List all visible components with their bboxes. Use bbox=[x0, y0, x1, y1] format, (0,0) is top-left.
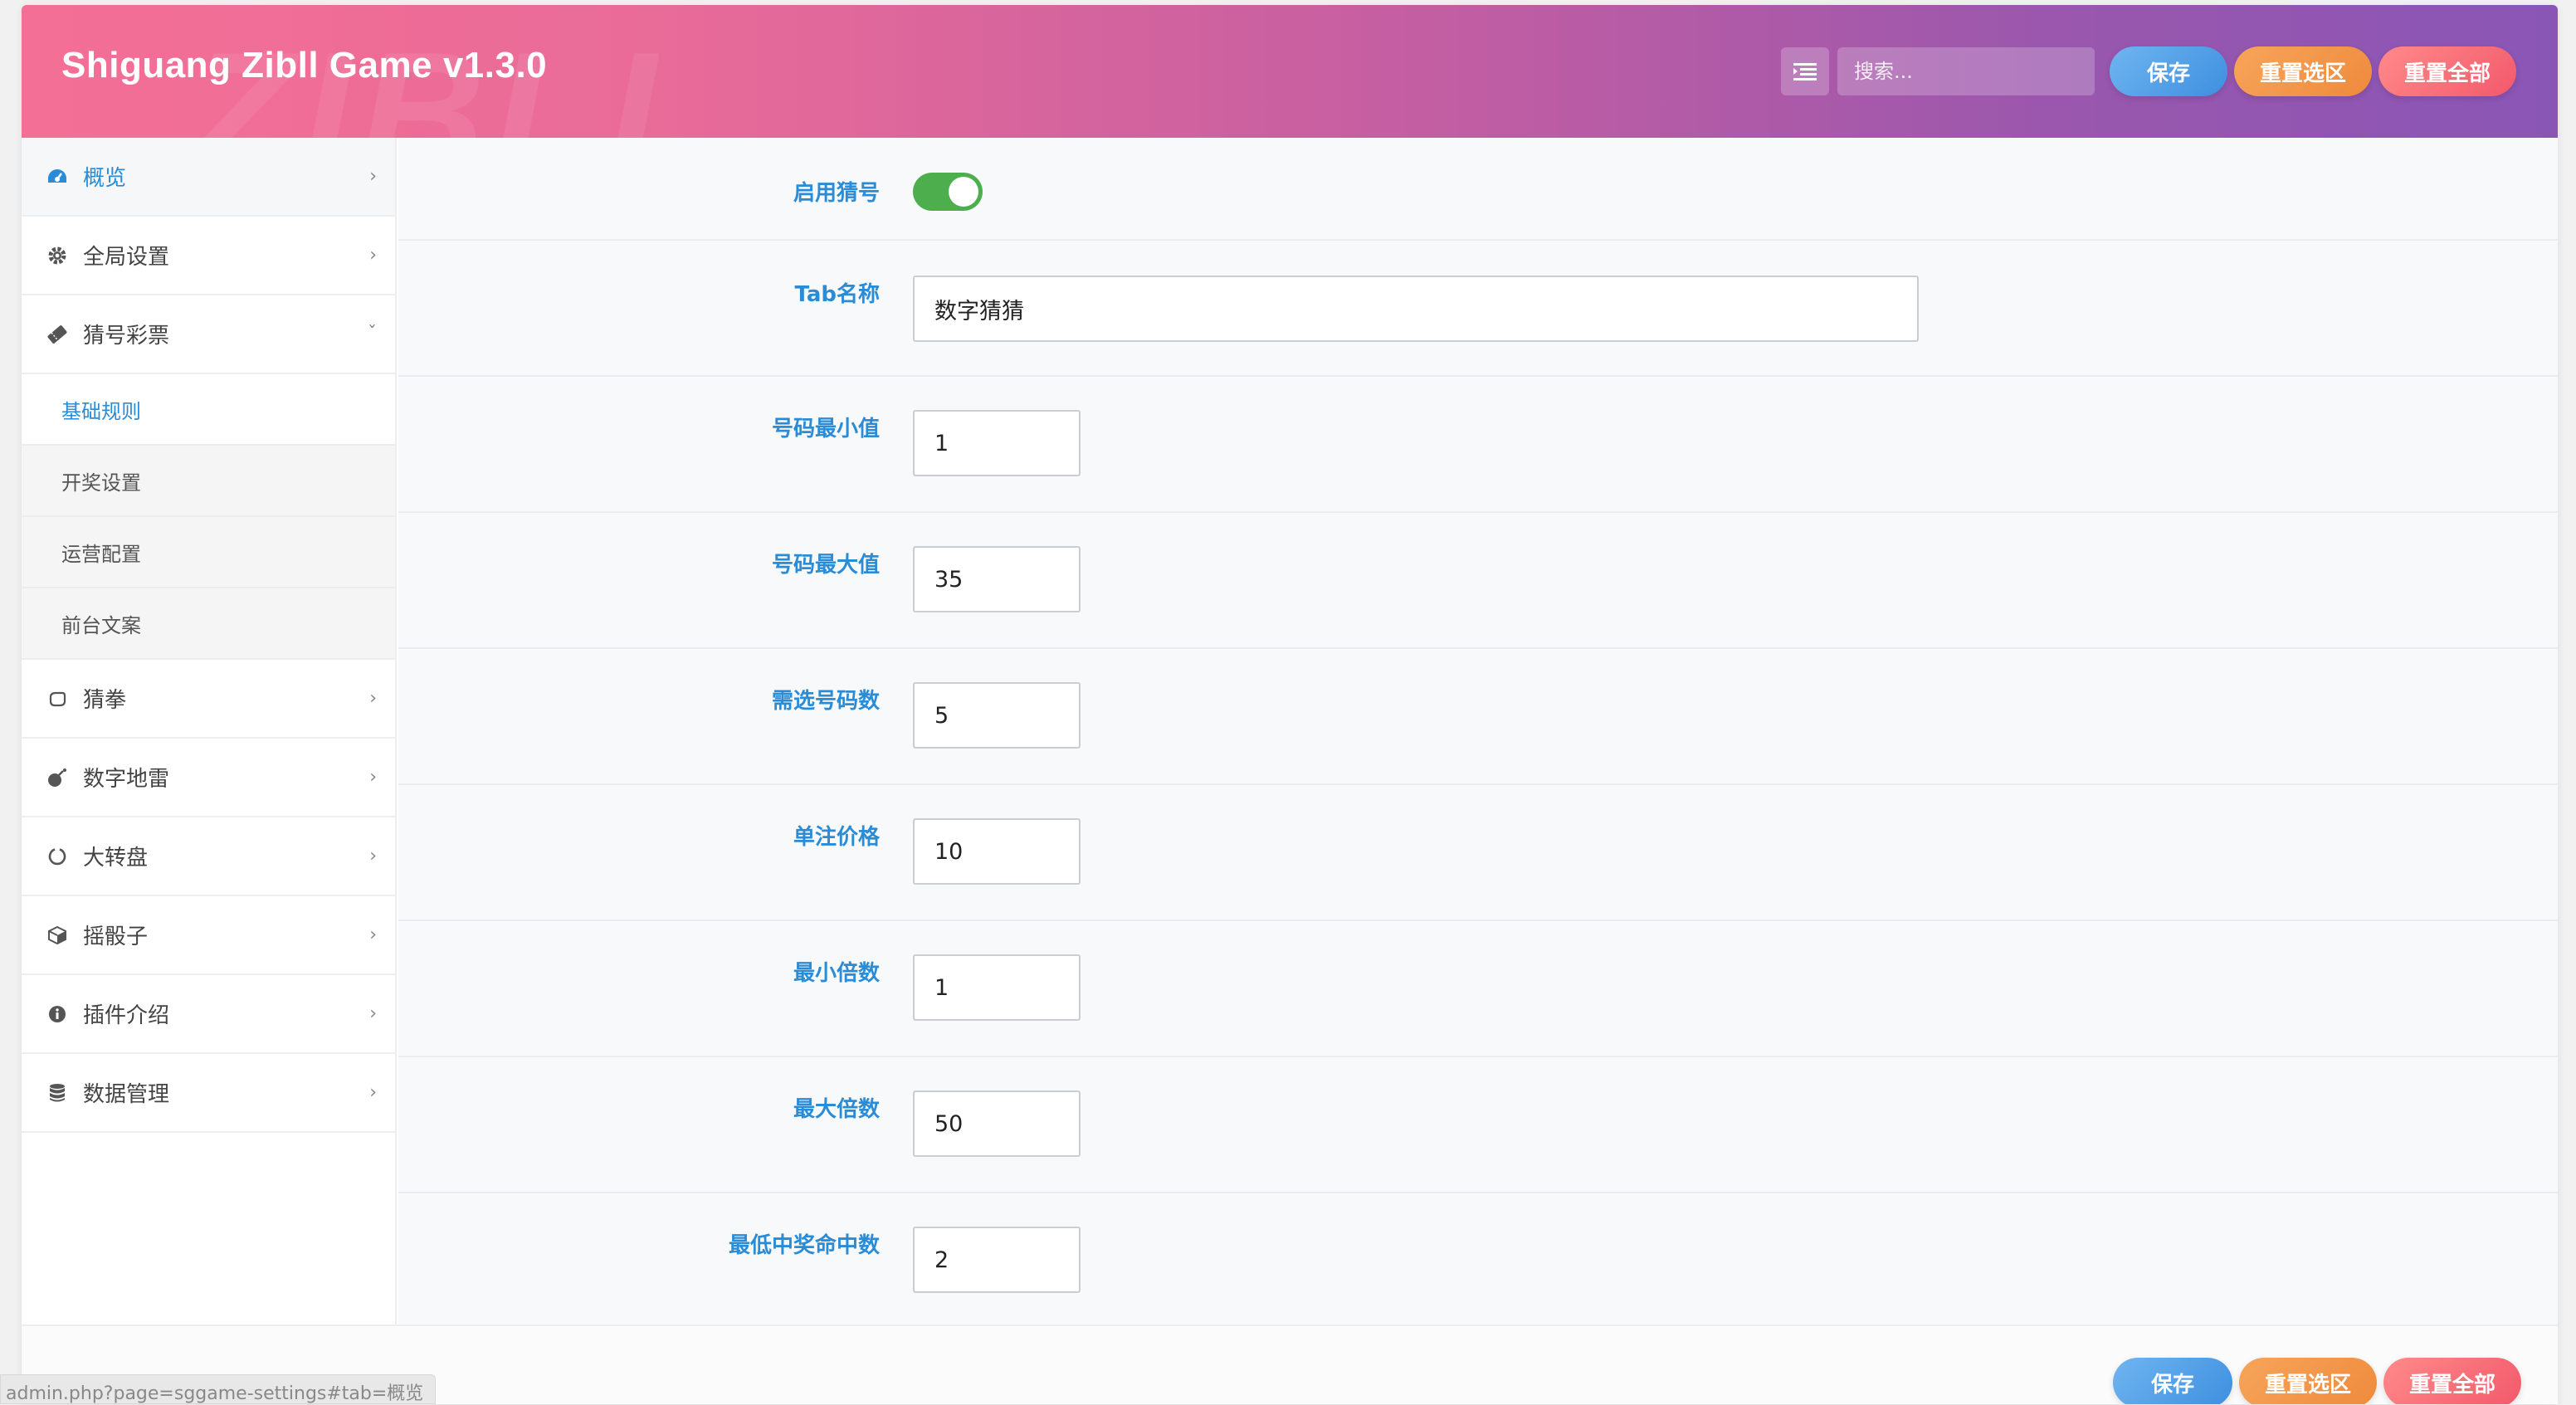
toggle-knob bbox=[949, 177, 978, 207]
field-label: 最大倍数 bbox=[793, 1097, 880, 1122]
hand-icon bbox=[46, 688, 68, 710]
sidebar-item-label: 概览 bbox=[83, 166, 127, 191]
chevron-right-icon: › bbox=[369, 767, 377, 788]
footer-reset-all-button[interactable]: 重置全部 bbox=[2383, 1358, 2521, 1404]
form-row-max-number: 号码最大值 bbox=[398, 513, 2558, 649]
settings-panel: ZIBLL Shiguang Zibll Game v1.3.0 保存 重置选区… bbox=[22, 5, 2558, 1404]
field-label: 需选号码数 bbox=[771, 689, 880, 714]
min-hits-input[interactable] bbox=[913, 1227, 1081, 1293]
submenu-item-basic-rules[interactable]: 基础规则 bbox=[22, 374, 395, 446]
lottery-submenu: 基础规则 开奖设置 运营配置 前台文案 bbox=[22, 374, 395, 660]
max-number-input[interactable] bbox=[913, 546, 1081, 612]
chevron-right-icon: › bbox=[369, 166, 377, 187]
form-row-enable: 启用猜号 bbox=[398, 138, 2558, 241]
sidebar-item-label: 全局设置 bbox=[83, 245, 170, 270]
form-row-min-number: 号码最小值 bbox=[398, 377, 2558, 513]
dashboard-icon bbox=[46, 166, 68, 188]
info-icon bbox=[46, 1003, 68, 1025]
min-multiplier-input[interactable] bbox=[913, 954, 1081, 1021]
form-row-min-hits: 最低中奖命中数 bbox=[398, 1193, 2558, 1325]
chevron-right-icon: › bbox=[369, 688, 377, 709]
sidebar-item-lottery[interactable]: 猜号彩票 ˇ bbox=[22, 295, 395, 374]
field-label: 号码最小值 bbox=[771, 417, 880, 442]
status-url: admin.php?page=sggame-settings#tab=概览 bbox=[0, 1374, 437, 1404]
sidebar-item-number-mines[interactable]: 数字地雷 › bbox=[22, 739, 395, 817]
sidebar-item-label: 大转盘 bbox=[83, 846, 149, 871]
sidebar-item-label: 猜号彩票 bbox=[83, 324, 170, 349]
submenu-item-operations[interactable]: 运营配置 bbox=[22, 517, 395, 588]
header-toolbar: 保存 重置选区 重置全部 bbox=[1781, 46, 2516, 96]
footer-save-button[interactable]: 保存 bbox=[2113, 1358, 2232, 1404]
sidebar-item-dice[interactable]: 摇骰子 › bbox=[22, 896, 395, 975]
database-icon bbox=[46, 1082, 68, 1104]
form-row-tab-name: Tab名称 bbox=[398, 241, 2558, 377]
footer-reset-section-button[interactable]: 重置选区 bbox=[2239, 1358, 2377, 1404]
chevron-right-icon: › bbox=[369, 1082, 377, 1103]
sidebar-item-label: 猜拳 bbox=[83, 688, 127, 713]
cube-icon bbox=[46, 924, 68, 946]
save-button[interactable]: 保存 bbox=[2110, 46, 2227, 96]
submenu-item-draw-settings[interactable]: 开奖设置 bbox=[22, 446, 395, 517]
footer-toolbar: 保存 重置选区 重置全部 bbox=[2106, 1358, 2521, 1404]
sidebar-item-wheel[interactable]: 大转盘 › bbox=[22, 817, 395, 896]
form-row-unit-price: 单注价格 bbox=[398, 785, 2558, 921]
sidebar-item-label: 摇骰子 bbox=[83, 924, 149, 949]
sidebar-item-plugin-intro[interactable]: 插件介绍 › bbox=[22, 975, 395, 1054]
submenu-item-frontend-text[interactable]: 前台文案 bbox=[22, 588, 395, 660]
field-label: Tab名称 bbox=[794, 282, 880, 307]
chevron-right-icon: › bbox=[369, 1003, 377, 1024]
bomb-icon bbox=[46, 767, 68, 788]
gear-icon bbox=[46, 245, 68, 266]
sidebar: 概览 › 全局设置 › 猜号彩票 ˇ 基础规则 开奖设置 运营配置 前台文案 猜… bbox=[22, 138, 397, 1325]
sidebar-item-overview[interactable]: 概览 › bbox=[22, 138, 395, 217]
chevron-down-icon: ˇ bbox=[368, 324, 377, 344]
max-multiplier-input[interactable] bbox=[913, 1090, 1081, 1157]
field-label: 号码最大值 bbox=[771, 553, 880, 578]
unit-price-input[interactable] bbox=[913, 818, 1081, 885]
pick-count-input[interactable] bbox=[913, 682, 1081, 749]
app-title: Shiguang Zibll Game v1.3.0 bbox=[61, 45, 548, 85]
expand-menu-button[interactable] bbox=[1781, 47, 1829, 95]
settings-form: 启用猜号 Tab名称 号码最小值 号码最大值 需选号码数 单注价格 最小倍数 bbox=[398, 138, 2558, 1325]
chevron-right-icon: › bbox=[369, 846, 377, 866]
field-label: 单注价格 bbox=[793, 825, 880, 850]
sidebar-item-label: 数字地雷 bbox=[83, 767, 170, 792]
enable-toggle[interactable] bbox=[913, 173, 983, 211]
form-row-pick-count: 需选号码数 bbox=[398, 649, 2558, 785]
sidebar-item-label: 数据管理 bbox=[83, 1082, 170, 1107]
form-row-min-multiplier: 最小倍数 bbox=[398, 921, 2558, 1057]
enable-label: 启用猜号 bbox=[793, 181, 880, 206]
circle-notch-icon bbox=[46, 846, 68, 867]
chevron-right-icon: › bbox=[369, 924, 377, 945]
sidebar-item-label: 插件介绍 bbox=[83, 1003, 170, 1028]
reset-all-button[interactable]: 重置全部 bbox=[2378, 46, 2516, 96]
form-row-max-multiplier: 最大倍数 bbox=[398, 1057, 2558, 1193]
ticket-icon bbox=[46, 324, 68, 345]
list-icon bbox=[1793, 63, 1817, 80]
field-label: 最小倍数 bbox=[793, 961, 880, 986]
field-label: 最低中奖命中数 bbox=[728, 1233, 880, 1258]
reset-section-button[interactable]: 重置选区 bbox=[2234, 46, 2372, 96]
sidebar-item-global-settings[interactable]: 全局设置 › bbox=[22, 217, 395, 295]
min-number-input[interactable] bbox=[913, 410, 1081, 476]
sidebar-item-data-management[interactable]: 数据管理 › bbox=[22, 1054, 395, 1133]
tab-name-input[interactable] bbox=[913, 276, 1919, 342]
search-input[interactable] bbox=[1837, 47, 2095, 95]
header-bar: ZIBLL Shiguang Zibll Game v1.3.0 保存 重置选区… bbox=[22, 5, 2558, 138]
chevron-right-icon: › bbox=[369, 245, 377, 266]
sidebar-item-rock-paper-scissors[interactable]: 猜拳 › bbox=[22, 660, 395, 739]
